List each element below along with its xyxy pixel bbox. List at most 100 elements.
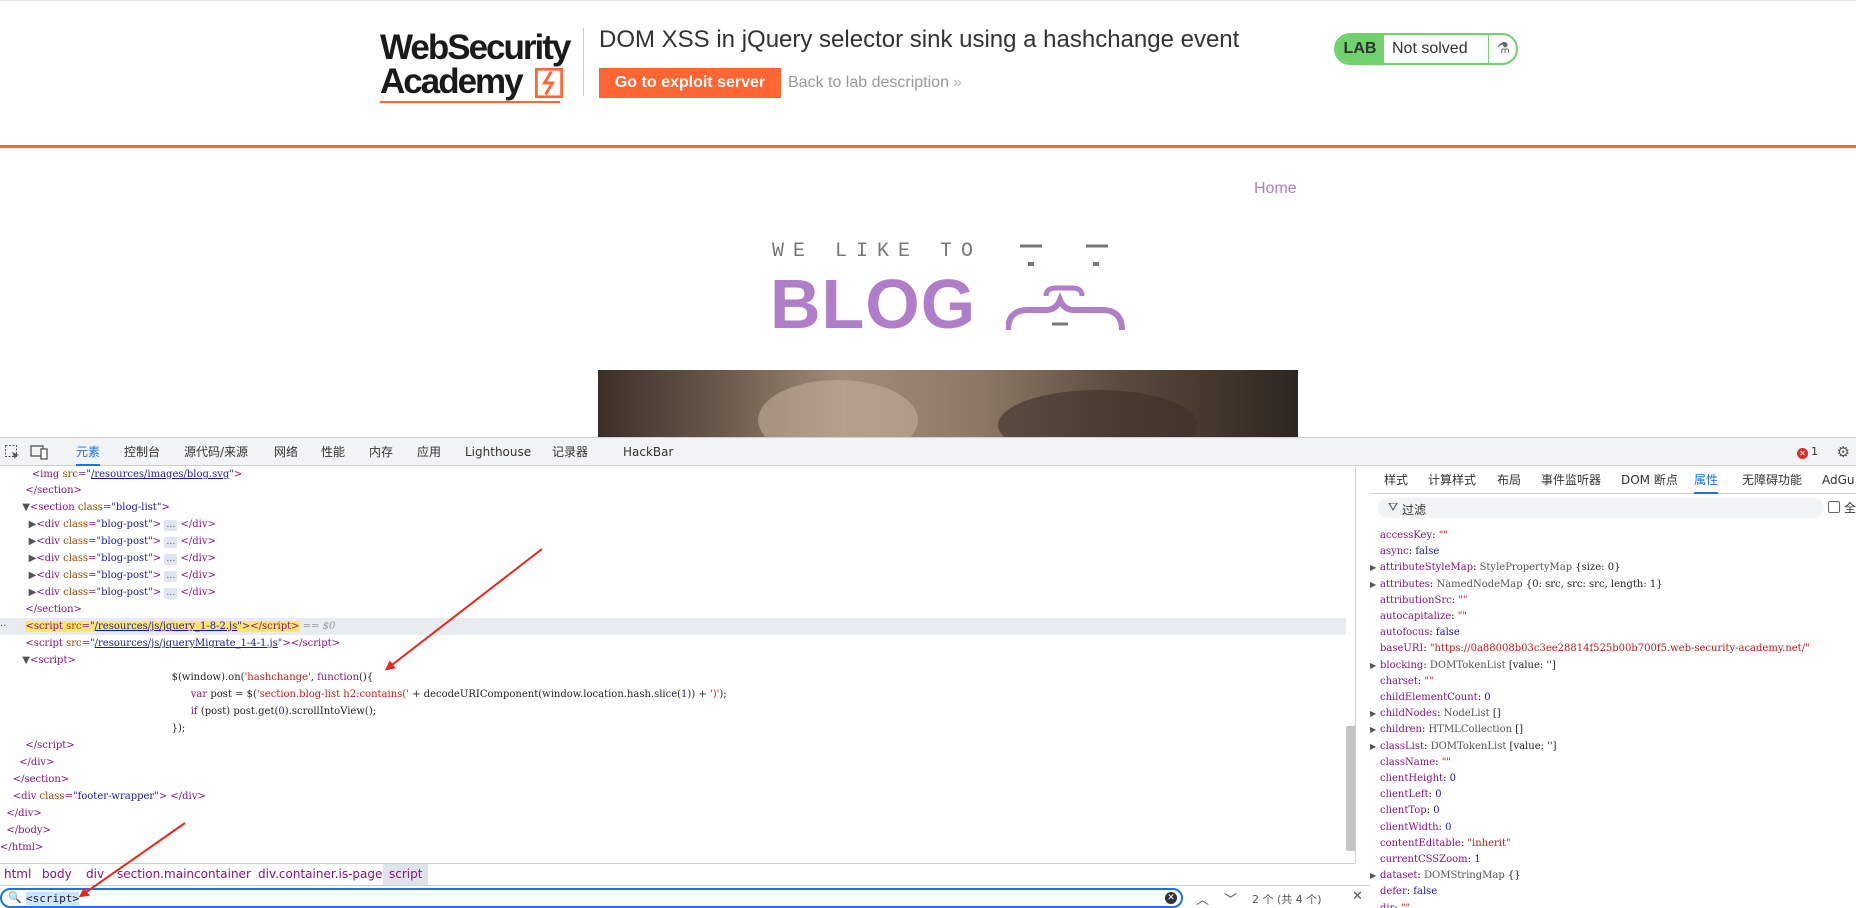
property-row[interactable]: clientWidth: 0 — [1370, 820, 1856, 836]
tab-memory[interactable]: 内存 — [369, 438, 393, 466]
dom-line[interactable]: </section> — [0, 482, 1346, 499]
tab-adguard[interactable]: AdGu — [1822, 466, 1855, 494]
tab-console[interactable]: 控制台 — [124, 438, 160, 466]
tab-application[interactable]: 应用 — [417, 438, 441, 466]
property-row[interactable]: clientLeft: 0 — [1370, 787, 1856, 803]
property-row[interactable]: async: false — [1370, 544, 1856, 560]
dom-line[interactable]: <img src="/resources/images/blog.svg"> — [0, 466, 1346, 483]
property-row[interactable]: accessKey: "" — [1370, 528, 1856, 544]
property-row[interactable]: childElementCount: 0 — [1370, 690, 1856, 706]
properties-filter-input[interactable]: ⛛ 过滤 — [1378, 498, 1824, 518]
property-row[interactable]: attributionSrc: "" — [1370, 593, 1856, 609]
property-row[interactable]: ▶ childNodes: NodeList [] — [1370, 706, 1856, 722]
dom-line[interactable]: ▶<div class="blog-post"> … </div> — [0, 516, 1346, 533]
tab-computed[interactable]: 计算样式 — [1428, 466, 1476, 494]
jquery-script-link[interactable]: /resources/js/jquery_1-8-2.js — [95, 621, 238, 632]
breadcrumb-html[interactable]: html — [4, 864, 31, 885]
tab-dom-breakpoints[interactable]: DOM 断点 — [1621, 466, 1678, 494]
expand-triangle-icon[interactable]: ▶ — [1370, 868, 1380, 884]
dom-line[interactable]: </section> — [0, 771, 1346, 788]
dom-line[interactable]: </div> — [0, 754, 1346, 771]
property-row[interactable]: ▶ attributeStyleMap: StylePropertyMap {si… — [1370, 560, 1856, 576]
device-toolbar-icon[interactable] — [30, 444, 48, 460]
dom-line[interactable]: ▼<section class="blog-list"> — [0, 499, 1346, 516]
tab-lighthouse[interactable]: Lighthouse — [465, 438, 531, 466]
expand-triangle-icon[interactable]: ▶ — [1370, 739, 1380, 755]
dom-search-input[interactable]: 🔍 <script> ✕ — [0, 888, 1183, 908]
dom-line[interactable]: <script src="/resources/js/jqueryMigrate… — [0, 635, 1346, 652]
property-row[interactable]: clientHeight: 0 — [1370, 771, 1856, 787]
js-line[interactable]: if (post) post.get(0).scrollIntoView(); — [0, 703, 1346, 720]
next-match-icon[interactable]: ﹀ — [1224, 889, 1237, 908]
property-row[interactable]: ▶ children: HTMLCollection [] — [1370, 722, 1856, 738]
dom-line[interactable]: ▶<div class="blog-post"> … </div> — [0, 533, 1346, 550]
dom-line[interactable]: ▶<div class="blog-post"> … </div> — [0, 567, 1346, 584]
tab-properties[interactable]: 属性 — [1694, 466, 1719, 494]
property-row[interactable]: autofocus: false — [1370, 625, 1856, 641]
property-row[interactable]: defer: false — [1370, 884, 1856, 900]
property-row[interactable]: ▶ classList: DOMTokenList [value: ''] — [1370, 739, 1856, 755]
property-row[interactable]: currentCSSZoom: 1 — [1370, 852, 1856, 868]
dom-line[interactable]: ▶<div class="blog-post"> … </div> — [0, 584, 1346, 601]
dom-line[interactable]: ▼<script> — [0, 652, 1346, 669]
collapsed-ellipsis[interactable]: … — [164, 571, 178, 582]
dom-line[interactable]: <div class="footer-wrapper"> </div> — [0, 788, 1346, 805]
property-row[interactable]: baseURI: "https://0a88008b03c3ee28814f52… — [1370, 641, 1856, 657]
js-line[interactable]: }); — [0, 720, 1346, 737]
dom-line[interactable]: </section> — [0, 601, 1346, 618]
js-line[interactable]: var post = $('section.blog-list h2:conta… — [0, 686, 1346, 703]
property-row[interactable]: clientTop: 0 — [1370, 803, 1856, 819]
property-row[interactable]: ▶ blocking: DOMTokenList [value: ''] — [1370, 658, 1856, 674]
dom-line-selected[interactable]: ·· <script src="/resources/js/jquery_1-8… — [0, 618, 1346, 635]
dom-line[interactable]: </div> — [0, 805, 1346, 822]
expand-triangle-icon[interactable]: ▶ — [1370, 706, 1380, 722]
collapsed-ellipsis[interactable]: … — [164, 537, 178, 548]
blog-svg-link[interactable]: /resources/images/blog.svg — [91, 469, 229, 480]
dom-line[interactable]: ▶<div class="blog-post"> … </div> — [0, 550, 1346, 567]
inspect-element-icon[interactable] — [4, 444, 20, 460]
property-row[interactable]: ▶ attributes: NamedNodeMap {0: src, src: … — [1370, 577, 1856, 593]
tab-network[interactable]: 网络 — [274, 438, 298, 466]
collapsed-ellipsis[interactable]: … — [164, 554, 178, 565]
dom-line[interactable]: </body> — [0, 822, 1346, 839]
tab-hackbar[interactable]: HackBar — [623, 438, 673, 466]
breadcrumb-div-container[interactable]: div.container.is-page — [258, 864, 382, 885]
close-search-icon[interactable]: ✕ — [1352, 889, 1363, 904]
clear-search-icon[interactable]: ✕ — [1165, 892, 1177, 904]
elements-dom-tree[interactable]: <img src="/resources/images/blog.svg"> <… — [0, 466, 1356, 863]
property-row[interactable]: charset: "" — [1370, 674, 1856, 690]
tab-accessibility[interactable]: 无障碍功能 — [1742, 466, 1802, 494]
exploit-server-button[interactable]: Go to exploit server — [599, 68, 781, 98]
property-row[interactable]: className: "" — [1370, 755, 1856, 771]
nav-home-link[interactable]: Home — [1254, 180, 1297, 198]
property-row[interactable]: dir: "" — [1370, 901, 1856, 908]
tab-layout[interactable]: 布局 — [1497, 466, 1521, 494]
breadcrumb-script[interactable]: script — [383, 864, 429, 885]
show-all-checkbox[interactable] — [1828, 501, 1840, 513]
breadcrumb-section-maincontainer[interactable]: section.maincontainer — [117, 864, 251, 885]
tab-performance[interactable]: 性能 — [321, 438, 345, 466]
breadcrumb-div[interactable]: div — [86, 864, 104, 885]
web-security-academy-logo[interactable]: WebSecurity Academy — [380, 28, 580, 104]
back-to-lab-description-link[interactable]: Back to lab description» — [788, 74, 962, 92]
tab-elements[interactable]: 元素 — [76, 438, 101, 466]
expand-triangle-icon[interactable]: ▶ — [1370, 577, 1380, 593]
collapsed-ellipsis[interactable]: … — [164, 520, 178, 531]
tab-event-listeners[interactable]: 事件监听器 — [1541, 466, 1601, 494]
elements-scrollbar[interactable] — [1346, 726, 1355, 851]
settings-gear-icon[interactable]: ⚙ — [1837, 443, 1850, 461]
previous-match-icon[interactable]: ︿ — [1196, 889, 1209, 908]
jquery-migrate-link[interactable]: /resources/js/jqueryMigrate_1-4-1.js — [95, 638, 278, 649]
expand-triangle-icon[interactable]: ▶ — [1370, 722, 1380, 738]
error-count-badge[interactable]: ✕ 1 — [1797, 445, 1818, 459]
property-row[interactable]: ▶ dataset: DOMStringMap {} — [1370, 868, 1856, 884]
tab-styles[interactable]: 样式 — [1384, 466, 1408, 494]
expand-triangle-icon[interactable]: ▶ — [1370, 560, 1380, 576]
dom-line[interactable]: </html> — [0, 839, 1346, 856]
js-line[interactable]: $(window).on('hashchange', function(){ — [0, 669, 1346, 686]
tab-recorder[interactable]: 记录器 — [552, 438, 588, 466]
tab-sources[interactable]: 源代码/来源 — [184, 438, 248, 466]
expand-triangle-icon[interactable]: ▶ — [1370, 658, 1380, 674]
property-row[interactable]: autocapitalize: "" — [1370, 609, 1856, 625]
dom-line[interactable]: </script> — [0, 737, 1346, 754]
